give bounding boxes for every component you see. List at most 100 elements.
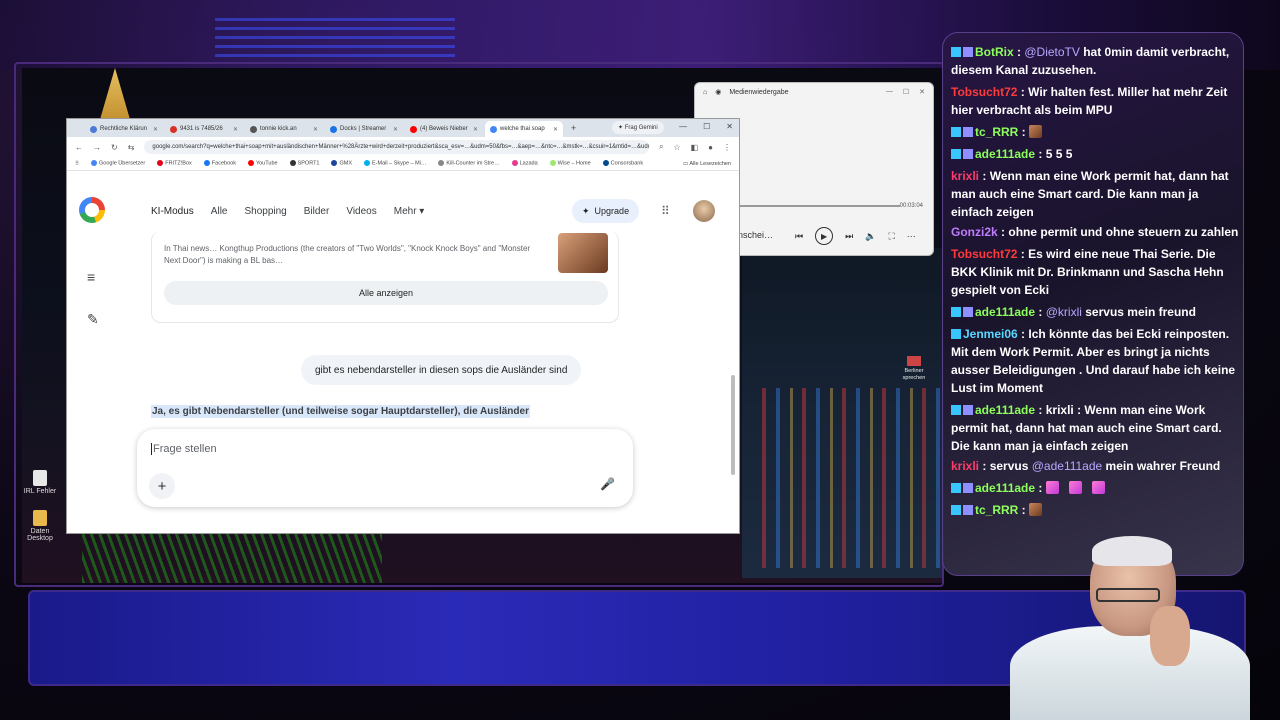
history-icon[interactable]: ≡ [87,269,95,285]
new-chat-icon[interactable]: ✎ [87,311,99,328]
tab-mehr[interactable]: Mehr ▾ [394,206,425,217]
show-all-button[interactable]: Alle anzeigen [164,281,608,305]
menu-icon[interactable]: ⋮ [723,143,731,152]
bookmark[interactable]: Google Übersetzer [91,160,145,167]
chat-text: servus mein freund [1081,305,1196,319]
chat-mention: @krixli [1045,305,1082,319]
tab-alle[interactable]: Alle [211,206,228,217]
bookmark-star-icon[interactable]: ☆ [673,143,680,152]
close-tab-icon[interactable]: ✕ [473,126,478,133]
close-tab-icon[interactable]: ✕ [233,126,238,133]
chat-username[interactable]: BotRix [975,45,1014,59]
desktop-icon-daten-desktop[interactable]: Daten Desktop [20,510,60,542]
player-seekbar[interactable] [740,205,900,207]
bookmark[interactable]: Lazada [511,160,538,167]
tab-favicon [170,125,177,133]
ask-input-box[interactable]: Frage stellen + 🎤 [137,429,633,507]
bookmark[interactable]: YouTube [247,160,278,167]
bookmark[interactable]: GMX [331,160,352,167]
chat-username[interactable]: ade111ade [975,147,1035,161]
bookmark[interactable]: FRITZ!Box [157,160,192,167]
maximize-button[interactable]: ☐ [903,88,909,96]
desktop-icon-label: IRL Fehler [23,488,57,495]
bookmark-favicon [203,160,210,167]
new-tab-button[interactable]: + [565,123,582,133]
apps-grid-icon[interactable]: ⠿ [75,161,79,167]
scrollbar-thumb[interactable] [731,375,735,475]
reload-icon[interactable]: ↻ [111,143,118,152]
tab-ki-modus[interactable]: KI-Modus [151,206,194,217]
previous-icon[interactable]: ⏮ [795,231,803,242]
browser-tab[interactable]: Docks | Streamer ✕ [325,121,403,137]
bookmark[interactable]: SPORT1 [289,160,319,167]
chat-username[interactable]: tc_RRR [975,125,1018,139]
chat-username[interactable]: Tobsucht72 [951,85,1017,99]
page-scrollbar[interactable] [731,175,737,531]
maximize-button[interactable]: ☐ [703,122,710,131]
address-bar[interactable]: google.com/search?q=welche+thai+soap+mit… [144,140,649,154]
close-tab-icon[interactable]: ✕ [313,126,318,133]
tab-favicon [490,125,497,133]
close-tab-icon[interactable]: ✕ [153,126,158,133]
webcam-person-glasses [1096,588,1160,602]
zoom-icon[interactable]: ⌕ [659,142,663,152]
forward-icon[interactable]: → [93,143,101,152]
site-info-icon[interactable]: ⇆ [128,143,135,152]
close-tab-icon[interactable]: ✕ [393,126,398,133]
google-logo[interactable] [79,197,105,223]
browser-tab[interactable]: 9431 is 7485/26 ✕ [165,121,243,137]
chat-username[interactable]: ade111ade [975,481,1035,495]
microphone-icon[interactable]: 🎤 [600,477,615,491]
bookmark[interactable]: Wise – Home [549,160,591,167]
chat-username[interactable]: Jenmei06 [963,327,1018,341]
chat-username[interactable]: krixli [951,459,979,473]
source-thumbnail[interactable] [558,233,608,273]
minimize-button[interactable]: — [886,88,893,96]
browser-tab[interactable]: (4) Beweis Nieber ✕ [405,121,483,137]
tab-label: tonnie kick.an [260,126,297,132]
all-bookmarks[interactable]: ▭ Alle Lesezeichen [683,161,731,167]
tab-bilder[interactable]: Bilder [304,206,330,217]
chat-text: ohne permit und ohne steuern zu zahlen [1008,225,1239,239]
chat-username[interactable]: ade111ade [975,403,1035,417]
profile-icon[interactable]: ● [708,143,713,152]
browser-tab[interactable]: Rechtliche Klärun ✕ [85,121,163,137]
volume-icon[interactable]: 🔈 [865,231,876,242]
play-icon[interactable]: ▶ [815,227,834,245]
bookmark[interactable]: Kill-Counter im Stre… [438,160,500,167]
berliner-sprechen-shortcut[interactable]: Berliner sprechen [900,356,928,382]
ask-gemini-button[interactable]: ✦ Frag Gemini [612,121,664,134]
upgrade-button[interactable]: ✦ Upgrade [572,199,640,223]
tab-shopping[interactable]: Shopping [244,206,286,217]
bookmark[interactable]: Consorsbank [602,160,643,167]
chat-username[interactable]: ade111ade [975,305,1035,319]
question-input[interactable]: Frage stellen [151,443,217,455]
chat-username[interactable]: Gonzi2k [951,225,998,239]
browser-tab-active[interactable]: welche thai soap ✕ [485,121,563,137]
close-button[interactable]: ✕ [726,122,733,131]
browser-tab[interactable]: tonnie kick.an ✕ [245,121,323,137]
back-arrow-icon[interactable]: ⌂ [703,89,707,96]
tab-videos[interactable]: Videos [346,206,376,217]
minimize-button[interactable]: — [679,122,687,131]
fullscreen-icon[interactable]: ⛶ [888,231,894,242]
add-button[interactable]: + [149,473,175,499]
bookmark[interactable]: Facebook [203,160,236,167]
avatar[interactable] [693,200,715,222]
google-apps-icon[interactable]: ⠿ [661,204,670,218]
back-icon[interactable]: ← [75,143,83,152]
chat-separator: : [1035,305,1046,319]
chat-username[interactable]: krixli [951,169,979,183]
chat-badge-icon [963,47,973,57]
more-icon[interactable]: ⋯ [907,231,916,242]
desktop-icon-irl-fehler[interactable]: IRL Fehler [20,470,60,495]
next-icon[interactable]: ⏭ [845,231,853,242]
close-tab-icon[interactable]: ✕ [553,126,558,133]
close-button[interactable]: ✕ [919,88,925,96]
browser-window[interactable]: Rechtliche Klärun ✕ 9431 is 7485/26 ✕ tonn… [66,118,740,534]
bookmark[interactable]: E-Mail – Skype – Mi… [364,160,426,167]
chat-mention: @DietoTV [1024,45,1080,59]
extensions-icon[interactable]: ◧ [691,143,699,152]
chat-username[interactable]: tc_RRR [975,503,1018,517]
chat-username[interactable]: Tobsucht72 [951,247,1017,261]
